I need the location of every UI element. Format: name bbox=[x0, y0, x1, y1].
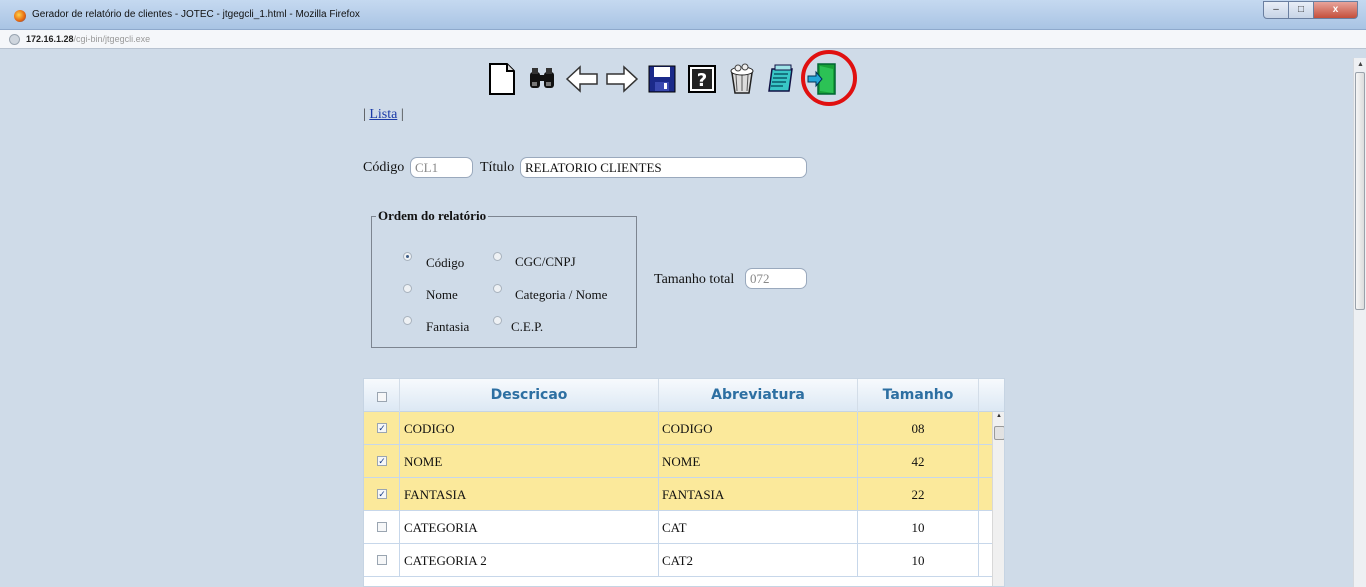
radio-nome[interactable] bbox=[403, 284, 412, 293]
table-row[interactable]: CATEGORIA 2 CAT2 10 bbox=[364, 544, 992, 577]
radio-fantasia-label: Fantasia bbox=[426, 319, 470, 334]
lista-link[interactable]: Lista bbox=[369, 107, 397, 122]
row-checkbox[interactable] bbox=[377, 555, 387, 565]
radio-fantasia[interactable] bbox=[403, 316, 412, 325]
ordem-legend: Ordem do relatório bbox=[376, 208, 489, 224]
select-all-checkbox[interactable] bbox=[377, 392, 387, 402]
table-row[interactable]: ✓ CODIGO CODIGO 08 bbox=[364, 412, 992, 445]
radio-categoria-nome[interactable] bbox=[493, 284, 502, 293]
site-identity-icon[interactable] bbox=[9, 34, 20, 45]
cell-abreviatura: NOME bbox=[659, 445, 858, 478]
ordem-fieldset bbox=[371, 216, 637, 348]
close-button[interactable]: x bbox=[1314, 1, 1358, 19]
svg-text:?: ? bbox=[697, 70, 707, 91]
titulo-field[interactable]: RELATORIO CLIENTES bbox=[520, 157, 807, 178]
cell-tamanho: 08 bbox=[858, 412, 979, 445]
table-row[interactable]: ✓ NOME NOME 42 bbox=[364, 445, 992, 478]
fields-table: Descricao Abreviatura Tamanho ✓ CODIGO COD… bbox=[363, 378, 1005, 587]
report-notepad-icon[interactable] bbox=[764, 61, 800, 97]
cell-tamanho: 22 bbox=[858, 478, 979, 511]
table-scrollbar[interactable]: ▲ bbox=[992, 412, 1004, 586]
table-scrollbar-thumb[interactable] bbox=[994, 426, 1004, 440]
forward-arrow-icon[interactable] bbox=[604, 61, 640, 97]
cell-abreviatura: CODIGO bbox=[659, 412, 858, 445]
radio-nome-label: Nome bbox=[426, 287, 458, 302]
new-document-icon[interactable] bbox=[484, 61, 520, 97]
page-scrollbar-thumb[interactable] bbox=[1355, 72, 1365, 310]
cell-tamanho: 10 bbox=[858, 544, 979, 577]
row-checkbox[interactable] bbox=[377, 522, 387, 532]
firefox-icon bbox=[14, 10, 26, 22]
help-icon[interactable]: ? bbox=[684, 61, 720, 97]
window-title: Gerador de relatório de clientes - JOTEC… bbox=[32, 9, 360, 20]
nav-suffix: | bbox=[397, 107, 404, 122]
cell-abreviatura: CAT bbox=[659, 511, 858, 544]
table-row[interactable]: ✓ FANTASIA FANTASIA 22 bbox=[364, 478, 992, 511]
codigo-label: Código bbox=[363, 160, 405, 175]
row-select-cell: ✓ bbox=[364, 478, 400, 511]
url-path: /cgi-bin/jtgegcli.exe bbox=[73, 34, 151, 44]
url-host: 172.16.1.28 bbox=[26, 34, 74, 44]
radio-categoria-nome-label: Categoria / Nome bbox=[515, 287, 608, 302]
row-select-cell bbox=[364, 544, 400, 577]
row-select-cell: ✓ bbox=[364, 412, 400, 445]
table-header: Descricao Abreviatura Tamanho bbox=[364, 379, 1004, 412]
header-tamanho[interactable]: Tamanho bbox=[858, 379, 979, 412]
scroll-up-arrow-icon[interactable]: ▲ bbox=[1357, 60, 1364, 68]
address-bar[interactable]: 172.16.1.28/cgi-bin/jtgegcli.exe bbox=[0, 30, 1366, 49]
header-descricao[interactable]: Descricao bbox=[400, 379, 659, 412]
cell-descricao: NOME bbox=[400, 445, 659, 478]
window-titlebar: Gerador de relatório de clientes - JOTEC… bbox=[0, 0, 1366, 30]
row-select-cell: ✓ bbox=[364, 445, 400, 478]
binoculars-icon[interactable] bbox=[524, 61, 560, 97]
table-row[interactable]: CATEGORIA CAT 10 bbox=[364, 511, 992, 544]
header-abreviatura[interactable]: Abreviatura bbox=[659, 379, 858, 412]
row-checkbox[interactable]: ✓ bbox=[377, 423, 387, 433]
table-scroll-up-icon[interactable]: ▲ bbox=[996, 413, 1002, 419]
tamanho-total-field[interactable]: 072 bbox=[745, 268, 807, 289]
radio-cep[interactable] bbox=[493, 316, 502, 325]
minimize-button[interactable]: – bbox=[1263, 1, 1289, 19]
radio-codigo-label: Código bbox=[426, 255, 465, 270]
radio-cgc-cnpj-label: CGC/CNPJ bbox=[515, 254, 576, 269]
cell-tamanho: 42 bbox=[858, 445, 979, 478]
row-select-cell bbox=[364, 511, 400, 544]
cell-descricao: CATEGORIA 2 bbox=[400, 544, 659, 577]
cell-abreviatura: FANTASIA bbox=[659, 478, 858, 511]
page-scrollbar[interactable]: ▲ bbox=[1353, 58, 1366, 587]
header-select-cell bbox=[364, 379, 400, 412]
toolbar: ? bbox=[484, 61, 840, 97]
codigo-field[interactable]: CL1 bbox=[410, 157, 473, 178]
back-arrow-icon[interactable] bbox=[564, 61, 600, 97]
titulo-label: Título bbox=[480, 160, 515, 175]
save-disk-icon[interactable] bbox=[644, 61, 680, 97]
cell-tamanho: 10 bbox=[858, 511, 979, 544]
cell-descricao: FANTASIA bbox=[400, 478, 659, 511]
radio-cep-label: C.E.P. bbox=[511, 319, 544, 334]
maximize-button[interactable]: □ bbox=[1289, 1, 1314, 19]
row-checkbox[interactable]: ✓ bbox=[377, 489, 387, 499]
cell-descricao: CATEGORIA bbox=[400, 511, 659, 544]
row-checkbox[interactable]: ✓ bbox=[377, 456, 387, 466]
nav-links: | Lista | bbox=[363, 107, 404, 123]
cell-abreviatura: CAT2 bbox=[659, 544, 858, 577]
trash-icon[interactable] bbox=[724, 61, 760, 97]
highlight-ring bbox=[801, 50, 857, 106]
radio-codigo[interactable] bbox=[403, 252, 412, 261]
tamanho-total-label: Tamanho total bbox=[654, 272, 735, 287]
radio-cgc-cnpj[interactable] bbox=[493, 252, 502, 261]
cell-descricao: CODIGO bbox=[400, 412, 659, 445]
